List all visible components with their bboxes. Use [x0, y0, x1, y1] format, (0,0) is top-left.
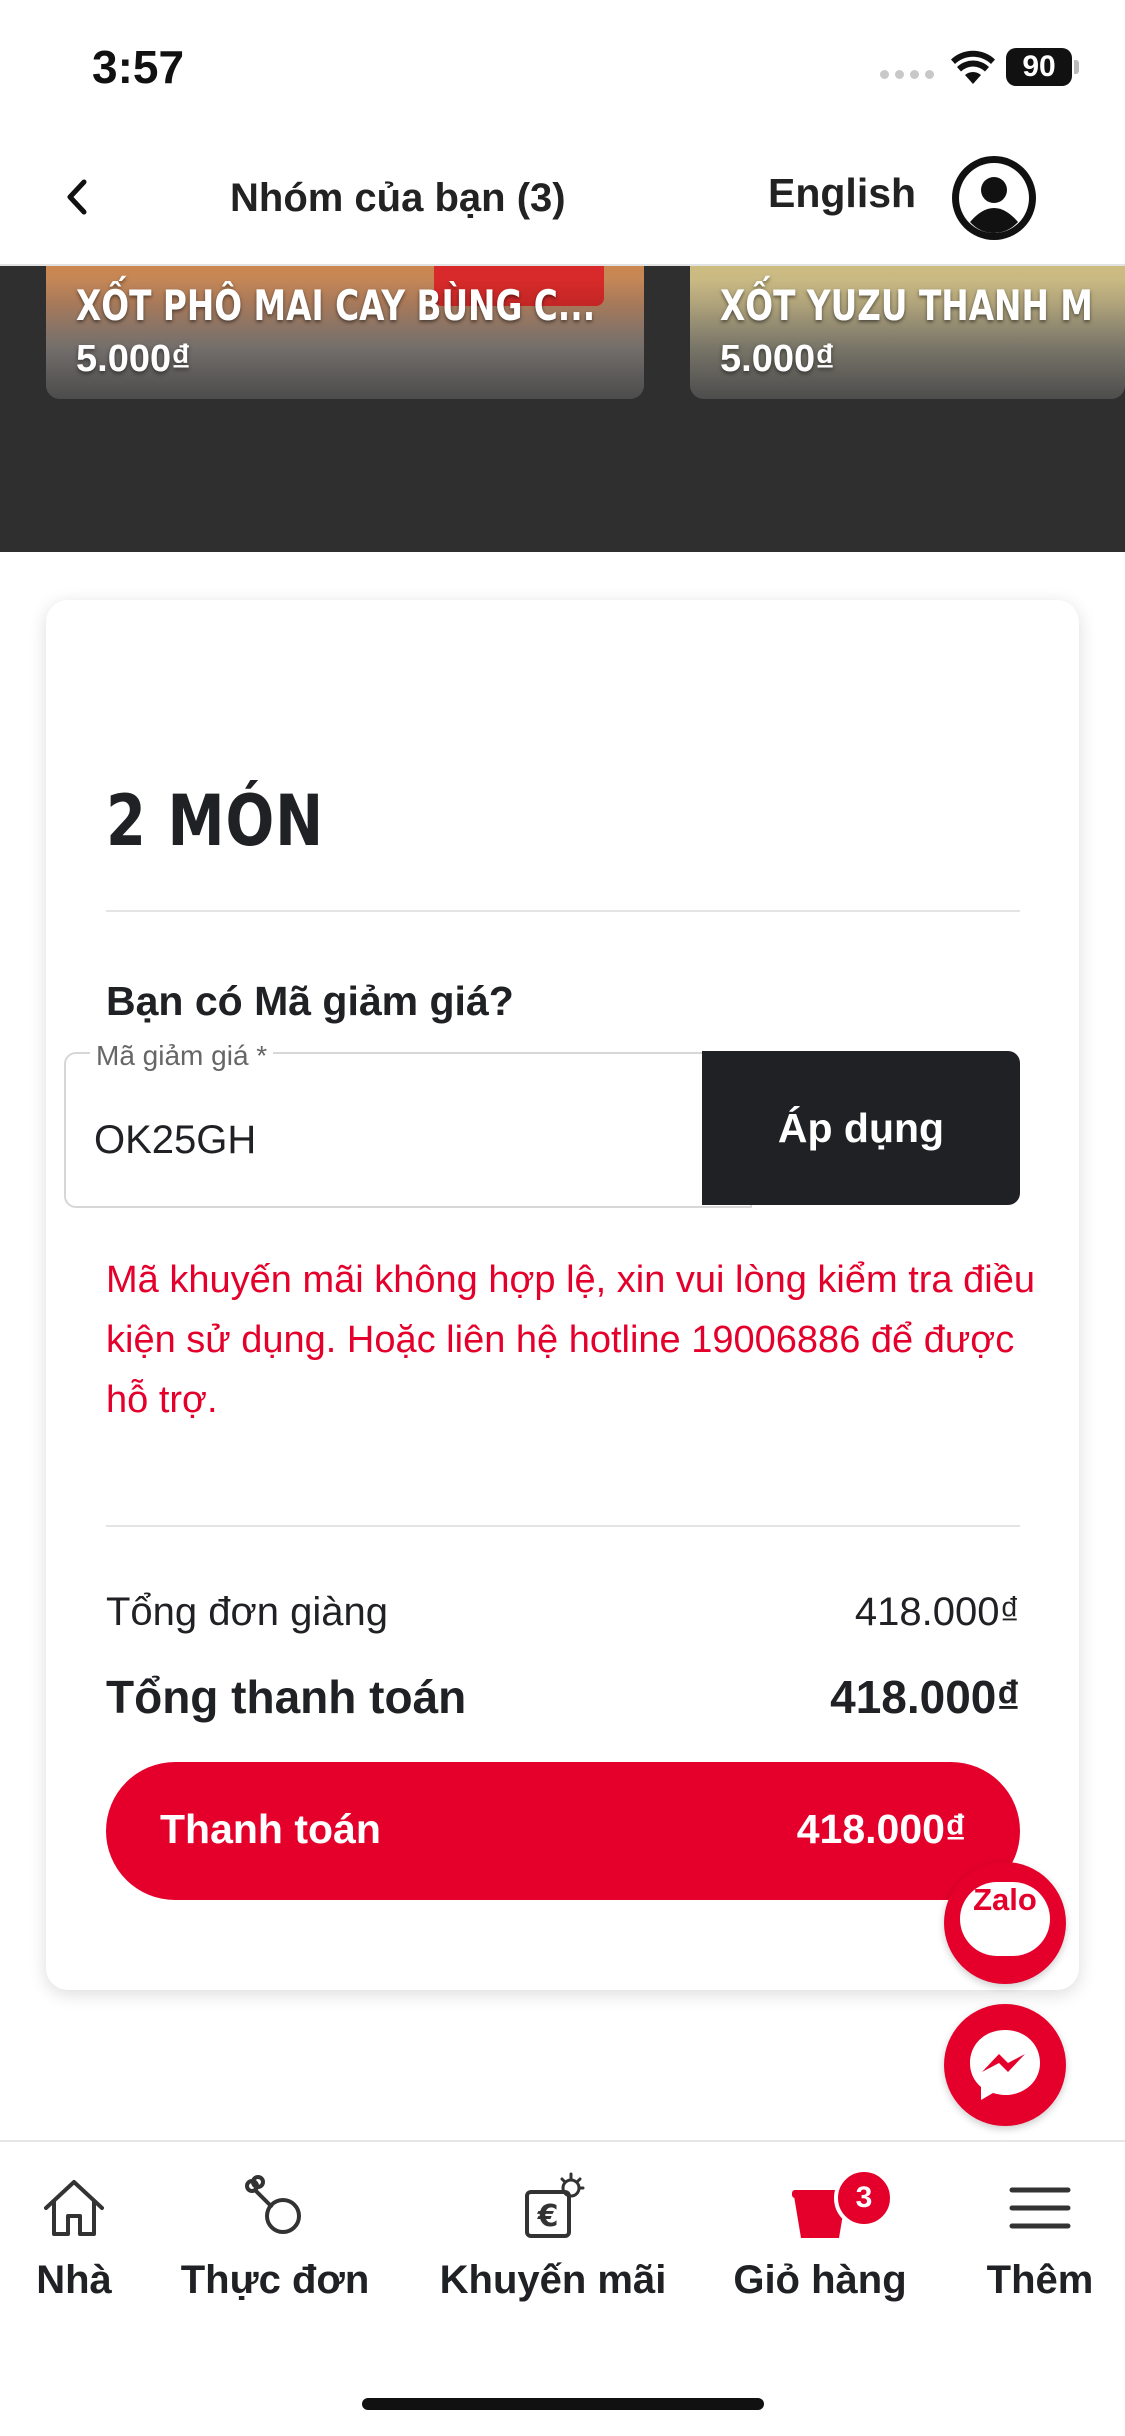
- home-indicator: [362, 2398, 764, 2410]
- nav-label: Thực đơn: [180, 2258, 370, 2302]
- home-icon: [44, 2180, 104, 2236]
- language-toggle[interactable]: English: [768, 170, 916, 217]
- promo-code-label: Mã giảm giá *: [90, 1040, 274, 1072]
- promo-code-input[interactable]: [94, 1110, 714, 1170]
- nav-more[interactable]: Thêm: [975, 2172, 1105, 2303]
- order-summary-card: 2 MÓN Bạn có Mã giảm giá? Mã giảm giá * …: [46, 600, 1079, 1990]
- zalo-label: Zalo: [973, 1882, 1037, 1917]
- checkout-amount: 418.000₫: [796, 1806, 966, 1852]
- chicken-drumstick-icon: [245, 2175, 301, 2234]
- zalo-chat-button[interactable]: Zalo: [944, 1862, 1066, 1984]
- total-value: 418.000₫: [830, 1671, 1020, 1723]
- product-card[interactable]: XỐT PHÔ MAI CAY BÙNG C... 5.000₫: [46, 266, 644, 399]
- cellular-signal-icon: [880, 70, 934, 79]
- subtotal-value: 418.000₫: [854, 1590, 1020, 1634]
- nav-label: Thêm: [986, 2258, 1094, 2302]
- nav-cart[interactable]: 3 Giỏ hàng: [730, 2168, 910, 2303]
- promo-question: Bạn có Mã giảm giá?: [106, 978, 514, 1024]
- divider: [106, 1525, 1020, 1527]
- checkout-label: Thanh toán: [160, 1806, 381, 1852]
- svg-text:€: €: [537, 2199, 559, 2234]
- battery-indicator: 90: [1006, 48, 1072, 86]
- nav-menu[interactable]: Thực đơn: [180, 2172, 370, 2303]
- back-chevron-icon[interactable]: [58, 172, 98, 222]
- page-title: Nhóm của bạn (3): [230, 176, 566, 220]
- product-name: XỐT YUZU THANH M: [720, 281, 1093, 330]
- status-bar: 3:57 90: [0, 0, 1125, 130]
- user-avatar-icon[interactable]: [950, 154, 1038, 242]
- product-carousel: XỐT PHÔ MAI CAY BÙNG C... 5.000₫ XỐT YUZ…: [0, 266, 1125, 552]
- messenger-chat-button[interactable]: [944, 2004, 1066, 2126]
- nav-label: Khuyến mãi: [439, 2258, 667, 2302]
- nav-label: Giỏ hàng: [733, 2258, 907, 2302]
- app-header: Nhóm của bạn (3) English: [0, 130, 1125, 266]
- items-count-heading: 2 MÓN: [106, 780, 324, 862]
- hamburger-menu-icon: [1009, 2187, 1071, 2229]
- apply-promo-button[interactable]: Áp dụng: [702, 1051, 1020, 1205]
- wifi-icon: [951, 50, 995, 84]
- divider: [106, 910, 1020, 912]
- product-price: 5.000₫: [720, 338, 835, 380]
- nav-promotions[interactable]: € Khuyến mãi: [438, 2172, 668, 2303]
- product-name: XỐT PHÔ MAI CAY BÙNG C...: [76, 281, 596, 330]
- subtotal-label: Tổng đơn giàng: [106, 1590, 388, 1634]
- battery-cap: [1074, 60, 1079, 74]
- messenger-icon: [970, 2030, 1040, 2100]
- bottom-navigation: Nhà Thực đơn € Khuyến mãi 3 Giỏ hàng Thê: [0, 2140, 1125, 2436]
- promo-error-message: Mã khuyến mãi không hợp lệ, xin vui lòng…: [106, 1259, 1035, 1421]
- product-price: 5.000₫: [76, 338, 191, 380]
- total-label: Tổng thanh toán: [106, 1671, 467, 1723]
- nav-label: Nhà: [36, 2258, 112, 2302]
- nav-home[interactable]: Nhà: [20, 2172, 128, 2303]
- product-card[interactable]: XỐT YUZU THANH M 5.000₫: [690, 266, 1125, 399]
- status-time: 3:57: [92, 41, 185, 93]
- promo-tag-icon: €: [525, 2172, 585, 2238]
- cart-count-badge: 3: [834, 2168, 894, 2228]
- checkout-button[interactable]: Thanh toán 418.000₫: [106, 1762, 1020, 1900]
